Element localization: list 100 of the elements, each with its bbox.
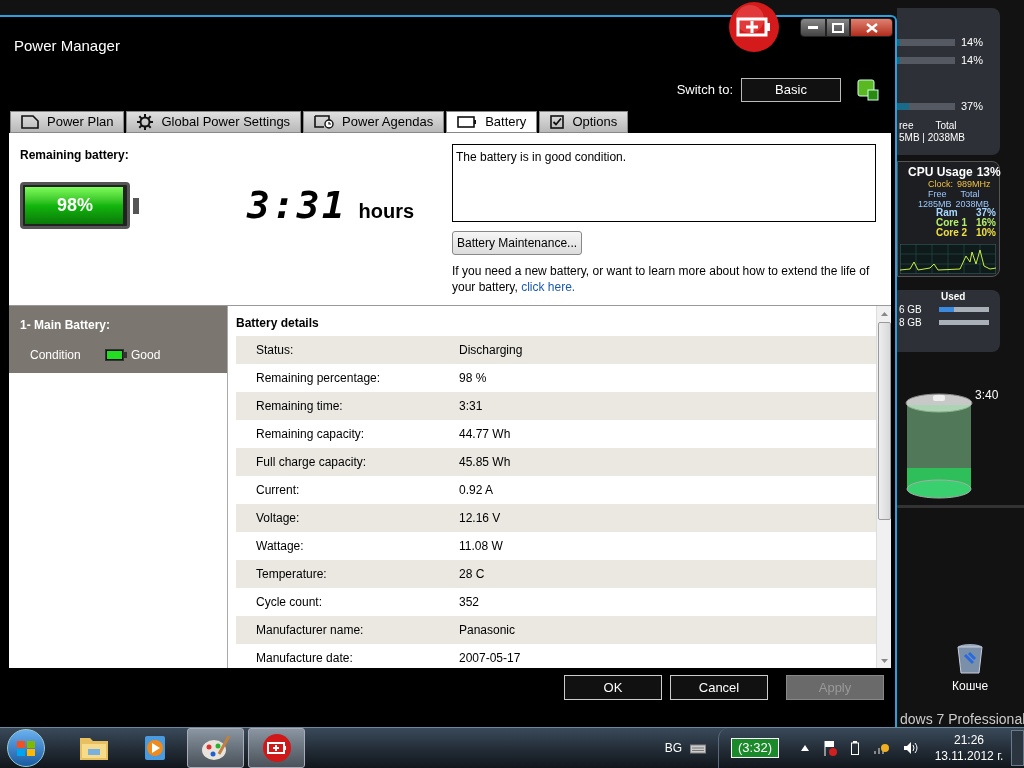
- detail-value: 44.77 Wh: [459, 426, 511, 443]
- total-label: Total: [935, 119, 957, 133]
- detail-label: Remaining time:: [255, 398, 344, 415]
- checkbox-icon: [550, 115, 565, 129]
- battery-percent: 98%: [56, 194, 94, 217]
- battery-icon: [457, 116, 478, 128]
- remaining-time: 3:31: [247, 182, 347, 229]
- detail-value: 98 %: [459, 370, 487, 387]
- signal-icon[interactable]: [873, 741, 889, 755]
- basic-button[interactable]: Basic: [741, 78, 841, 102]
- drive-bar: [939, 320, 989, 325]
- detail-value: 2007-05-17: [459, 650, 521, 667]
- keyboard-icon[interactable]: [690, 742, 707, 754]
- stat-value: 16%: [976, 218, 996, 228]
- close-icon: [865, 22, 878, 33]
- stat-label: Ram: [936, 208, 958, 218]
- recycle-bin-icon: [957, 643, 984, 675]
- battery-name: 1- Main Battery:: [20, 317, 112, 334]
- windows-logo-icon: [16, 739, 36, 757]
- dialog-button[interactable]: OK: [564, 675, 662, 700]
- detail-value: Discharging: [459, 342, 523, 359]
- usage-percent: 14%: [961, 53, 984, 68]
- stat-value: 10%: [976, 228, 996, 238]
- taskbar-button[interactable]: [248, 728, 305, 768]
- clock-time: 21:26: [954, 732, 984, 748]
- click-here-link[interactable]: click here.: [521, 280, 576, 294]
- start-button[interactable]: [7, 729, 45, 767]
- detail-value: 0.92 A: [459, 482, 494, 499]
- help-icon[interactable]: [857, 79, 879, 101]
- battery-badge-icon: [261, 733, 292, 763]
- free-label: ree: [899, 119, 914, 133]
- detail-label: Status:: [255, 342, 295, 359]
- clock-label: Clock:: [928, 179, 953, 191]
- close-button[interactable]: [850, 18, 893, 37]
- usage-percent: 14%: [961, 35, 984, 50]
- detail-value: 28 C: [459, 566, 485, 583]
- battery-time: 3:40: [975, 387, 999, 404]
- gear-icon: [137, 114, 154, 130]
- minimize-button[interactable]: [800, 18, 826, 37]
- detail-label: Wattage:: [255, 538, 305, 555]
- cpu-usage-value: 13%: [976, 164, 1001, 181]
- detail-value: 45.85 Wh: [459, 454, 511, 471]
- drive-size: 8 GB: [899, 316, 923, 330]
- maximize-button[interactable]: [826, 18, 850, 37]
- condition-value: Good: [131, 347, 161, 364]
- scroll-down-arrow[interactable]: [880, 659, 888, 663]
- battery-details-title: Battery details: [236, 315, 320, 332]
- scroll-up-arrow[interactable]: [880, 312, 888, 316]
- cpu-usage-title: CPU Usage: [908, 164, 973, 180]
- clock-value: 989MHz: [957, 179, 991, 190]
- tab[interactable]: Power Plan: [10, 111, 125, 133]
- drive-size: 6 GB: [899, 303, 923, 317]
- clock[interactable]: 21:26 13.11.2012 г.: [929, 732, 1009, 764]
- detail-label: Manufacture date:: [255, 650, 354, 667]
- stat-value: 37%: [976, 208, 996, 218]
- battery-list-item[interactable]: 1- Main Battery: Condition Good: [9, 306, 227, 373]
- taskbar-button[interactable]: [187, 728, 244, 768]
- maximize-icon: [832, 22, 844, 33]
- flag-icon[interactable]: [823, 740, 837, 756]
- tab[interactable]: Battery: [446, 111, 538, 133]
- tab[interactable]: Global Power Settings: [126, 111, 302, 133]
- minimize-icon: [808, 25, 818, 30]
- battery-icon[interactable]: [851, 741, 859, 755]
- memory-text: 5MB | 2038MB: [899, 131, 965, 145]
- scroll-thumb[interactable]: [877, 322, 891, 520]
- usage-percent: 37%: [961, 99, 984, 114]
- detail-value: 3:31: [459, 398, 483, 415]
- dialog-button[interactable]: Cancel: [670, 675, 768, 700]
- show-desktop-button[interactable]: [1011, 730, 1024, 766]
- scrollbar[interactable]: [876, 306, 891, 668]
- show-hidden-icons-arrow[interactable]: [801, 745, 809, 751]
- palette-icon: [200, 734, 231, 762]
- battery-hint-text: If you need a new battery, or want to learn more about how to extend the life of your battery, click here.: [452, 263, 871, 295]
- detail-label: Remaining capacity:: [255, 426, 366, 443]
- battery-badge-icon: [728, 1, 780, 53]
- detail-value: 11.08 W: [459, 538, 503, 555]
- stat-label: Core 1: [936, 218, 968, 228]
- battery-terminal: [133, 197, 139, 214]
- remaining-battery-label: Remaining battery:: [20, 147, 130, 164]
- recycle-bin-label: Кошче: [952, 678, 989, 695]
- detail-label: Temperature:: [255, 566, 328, 583]
- window-title: Power Manager: [14, 36, 120, 56]
- detail-label: Current:: [255, 482, 301, 499]
- tab[interactable]: Power Agendas: [303, 111, 445, 133]
- detail-value: Panasonic: [459, 622, 516, 639]
- detail-label: Cycle count:: [255, 594, 324, 611]
- battery-icon: [105, 349, 127, 361]
- battery-maintenance-button[interactable]: Battery Maintenance...: [452, 231, 583, 255]
- time-unit: hours: [358, 198, 415, 224]
- stat-label: Core 2: [936, 228, 968, 238]
- folder-icon: [78, 735, 109, 761]
- language-indicator[interactable]: BG: [664, 739, 683, 757]
- detail-label: Manufacturer name:: [255, 622, 365, 639]
- volume-icon[interactable]: [903, 741, 919, 755]
- condition-label: Condition: [30, 347, 82, 364]
- tab[interactable]: Options: [539, 111, 629, 133]
- battery-time-badge[interactable]: (3:32): [731, 738, 779, 758]
- page-icon: [21, 115, 39, 129]
- detail-label: Voltage:: [255, 510, 301, 527]
- windows-edition-text: dows 7 Professional: [900, 712, 1024, 726]
